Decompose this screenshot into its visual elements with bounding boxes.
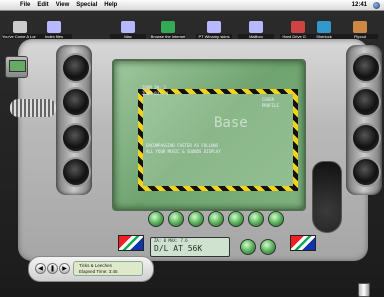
- desktop-icon[interactable]: You've Come A Long Way, Ba...: [2, 21, 38, 39]
- desktop-icon[interactable]: Index files: [36, 21, 72, 39]
- clock[interactable]: 12:41: [352, 0, 367, 10]
- mini-player-widget[interactable]: [5, 56, 28, 78]
- desktop-icon-label: Mailbox: [238, 34, 274, 39]
- speaker-cone: [351, 87, 381, 117]
- folder-icon: [47, 21, 61, 33]
- skin-control-button[interactable]: [260, 239, 276, 255]
- elapsed-time: Elapsed Time: 3:45: [79, 269, 118, 274]
- folder-icon: [249, 21, 263, 33]
- folder-icon: [207, 21, 221, 33]
- menu-extras: 12:41: [352, 0, 380, 10]
- left-speaker: [56, 45, 92, 195]
- speaker-cone: [351, 123, 381, 153]
- pause-button[interactable]: ❚: [47, 263, 58, 274]
- desktop-icon[interactable]: Browse the Internet: [150, 21, 186, 39]
- screen-caption: ENCOMPASSING FASTER AS FOLLOWS: [146, 143, 219, 148]
- speaker-cone: [61, 87, 91, 117]
- skin-control-button[interactable]: [208, 211, 224, 227]
- desktop-icon-label: Mac: [110, 34, 146, 39]
- menu-file[interactable]: File: [20, 0, 30, 10]
- right-speaker: [346, 45, 382, 195]
- mini-player: ◀ ❚ ▶ Ticks & Leeches Elapsed Time: 3:45: [28, 256, 154, 282]
- desktop: ZOOM IN: 2 ZOOM OUT: 1 COVER PROFILE ENC…: [0, 11, 384, 297]
- lcd-main-text: D/L AT 56K: [154, 244, 203, 253]
- previous-track-button[interactable]: ◀: [35, 263, 46, 274]
- menu-edit[interactable]: Edit: [37, 0, 48, 10]
- desktop-icon[interactable]: Mac: [110, 21, 146, 39]
- skin-control-button[interactable]: [228, 211, 244, 227]
- desktop-icon-label: You've Come A Long Way, Ba...: [2, 34, 38, 39]
- screen-profile-label: PROFILE: [262, 103, 279, 108]
- globe-icon: [317, 21, 331, 33]
- screen-zoom-in: ZOOM IN: 2: [142, 85, 167, 90]
- desktop-icon-label: Index files: [36, 34, 72, 39]
- desktop-icon-label: Browse the Internet: [150, 34, 186, 39]
- skin-control-button[interactable]: [148, 211, 164, 227]
- screen-cover-label: COVER: [262, 97, 275, 102]
- desktop-icon-label: PT Winamp skins: [196, 34, 232, 39]
- mini-player-screen: [9, 60, 26, 72]
- skin-control-button[interactable]: [248, 211, 264, 227]
- flag-icon: [290, 235, 316, 251]
- flag-icon: [118, 235, 144, 251]
- speaker-cone: [351, 53, 381, 83]
- desktop-icon-label: Sherlock: [306, 34, 342, 39]
- drive-icon: [291, 21, 305, 33]
- desktop-icon-label: Flipout: [342, 34, 378, 39]
- speaker-cone: [61, 53, 91, 83]
- player-display: Ticks & Leeches Elapsed Time: 3:45: [73, 261, 143, 276]
- spring-coil: [10, 99, 56, 117]
- desktop-icon[interactable]: Sherlock: [306, 21, 342, 39]
- desktop-icon[interactable]: Flipout: [342, 21, 378, 39]
- skin-control-button[interactable]: [240, 239, 256, 255]
- screen-zoom-out: ZOOM OUT: 1: [142, 91, 169, 96]
- menu-bar: File Edit View Special Help 12:41: [0, 0, 384, 11]
- skin-control-button[interactable]: [188, 211, 204, 227]
- desktop-icon[interactable]: Mailbox: [238, 21, 274, 39]
- drive-icon: [353, 21, 367, 33]
- folder-icon: [121, 21, 135, 33]
- application-menu-icon[interactable]: [373, 1, 380, 9]
- menu-help[interactable]: Help: [104, 0, 117, 10]
- speaker-cone: [351, 157, 381, 187]
- skin-logo: Base: [214, 115, 248, 131]
- trash-icon[interactable]: [358, 283, 370, 297]
- screen-caption-2: ALL YOUR MUSIC & SOUNDS DISPLAY: [146, 149, 221, 154]
- document-icon: [13, 21, 27, 33]
- globe-icon: [161, 21, 175, 33]
- menu-special[interactable]: Special: [76, 0, 97, 10]
- next-track-button[interactable]: ▶: [59, 263, 70, 274]
- status-lcd: ZA: 0 MAX: 7.6 D/L AT 56K: [150, 237, 230, 257]
- speaker-cone: [61, 157, 91, 187]
- speaker-cone: [61, 123, 91, 153]
- skin-control-button[interactable]: [168, 211, 184, 227]
- guitar-graphic: [312, 161, 342, 233]
- skin-control-button[interactable]: [268, 211, 284, 227]
- desktop-icon[interactable]: PT Winamp skins: [196, 21, 232, 39]
- menu-view[interactable]: View: [56, 0, 70, 10]
